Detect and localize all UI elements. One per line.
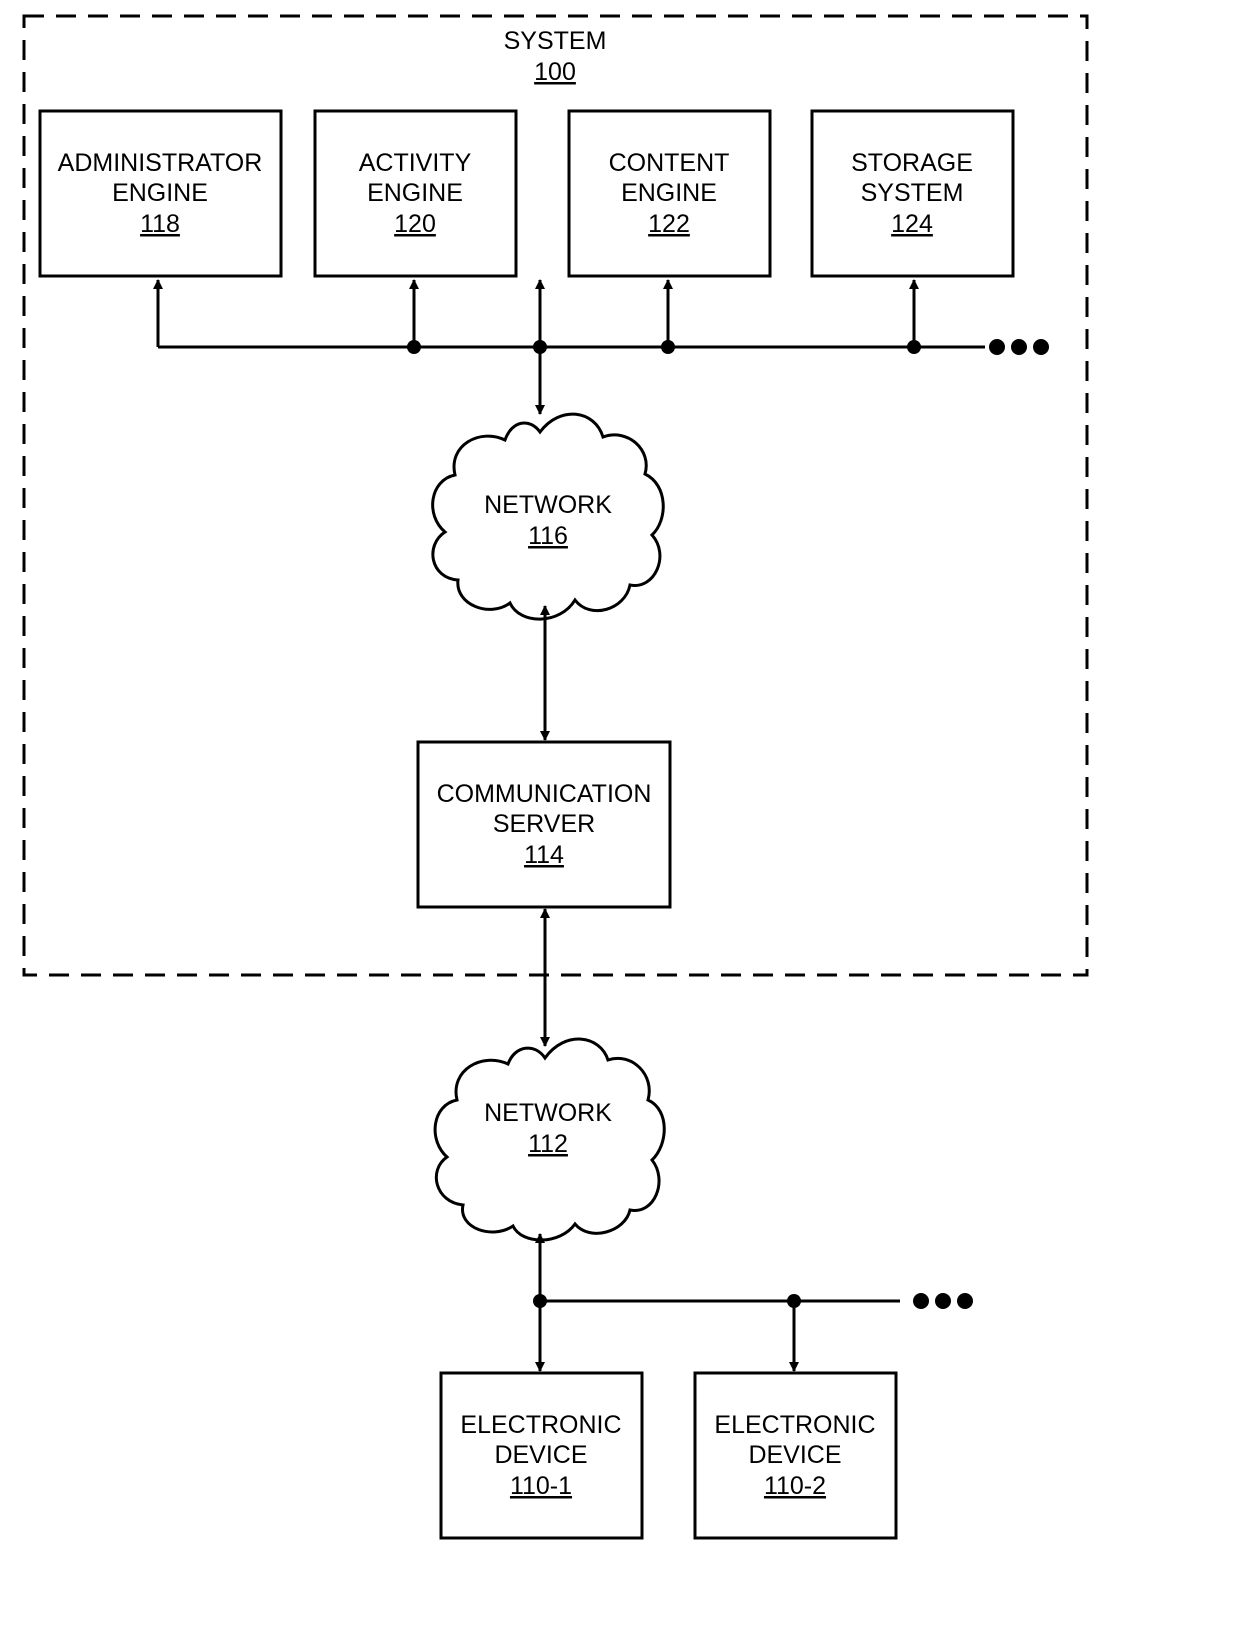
bus-junction-dot [787, 1294, 801, 1308]
communication-server-label-1: COMMUNICATION [437, 780, 652, 808]
bottom-bus-ellipsis-icon [913, 1293, 973, 1309]
network-112-cloud[interactable]: NETWORK 112 [433, 1037, 666, 1242]
activity-engine-label-2: ENGINE [367, 179, 463, 207]
content-engine-label-2: ENGINE [621, 179, 717, 207]
storage-system-box[interactable]: STORAGE SYSTEM 124 [810, 109, 1015, 278]
activity-engine-box[interactable]: ACTIVITY ENGINE 120 [313, 109, 518, 278]
system-ref: 100 [534, 58, 576, 86]
storage-system-label-2: SYSTEM [861, 179, 964, 207]
electronic-device-1-box[interactable]: ELECTRONIC DEVICE 110-1 [439, 1371, 644, 1540]
electronic-device-2-ref: 110-2 [764, 1472, 826, 1500]
administrator-engine-label-1: ADMINISTRATOR [58, 149, 263, 177]
electronic-device-1-label-1: ELECTRONIC [460, 1411, 621, 1439]
bus-junction-dot [661, 340, 675, 354]
electronic-device-1-ref: 110-1 [510, 1472, 572, 1500]
content-engine-ref: 122 [648, 210, 690, 238]
network-116-ref: 116 [528, 522, 568, 550]
administrator-engine-ref: 118 [140, 210, 180, 238]
electronic-device-2-label-2: DEVICE [748, 1441, 841, 1469]
activity-engine-ref: 120 [394, 210, 436, 238]
electronic-device-2-label-1: ELECTRONIC [714, 1411, 875, 1439]
storage-system-ref: 124 [891, 210, 933, 238]
content-engine-box[interactable]: CONTENT ENGINE 122 [567, 109, 772, 278]
electronic-device-2-box[interactable]: ELECTRONIC DEVICE 110-2 [693, 1371, 898, 1540]
system-title: SYSTEM [504, 27, 607, 55]
bus-junction-dot [533, 1294, 547, 1308]
content-engine-label-1: CONTENT [609, 149, 730, 177]
network-112-label: NETWORK [484, 1099, 612, 1127]
communication-server-label-2: SERVER [493, 810, 595, 838]
administrator-engine-box[interactable]: ADMINISTRATOR ENGINE 118 [38, 109, 283, 278]
administrator-engine-label-2: ENGINE [112, 179, 208, 207]
storage-system-label-1: STORAGE [851, 149, 973, 177]
system-diagram: SYSTEM 100 ADMINISTRATOR ENGINE 118 ACTI… [22, 14, 1089, 1540]
bus-junction-dot [407, 340, 421, 354]
communication-server-box[interactable]: COMMUNICATION SERVER 114 [416, 740, 672, 909]
electronic-device-1-label-2: DEVICE [494, 1441, 587, 1469]
network-116-label: NETWORK [484, 491, 612, 519]
bus-junction-dot [907, 340, 921, 354]
activity-engine-label-1: ACTIVITY [359, 149, 472, 177]
network-112-ref: 112 [528, 1130, 568, 1158]
communication-server-ref: 114 [524, 841, 564, 869]
network-116-cloud[interactable]: NETWORK 116 [431, 412, 665, 621]
top-bus-ellipsis-icon [989, 339, 1049, 355]
bus-junction-dot [533, 340, 547, 354]
